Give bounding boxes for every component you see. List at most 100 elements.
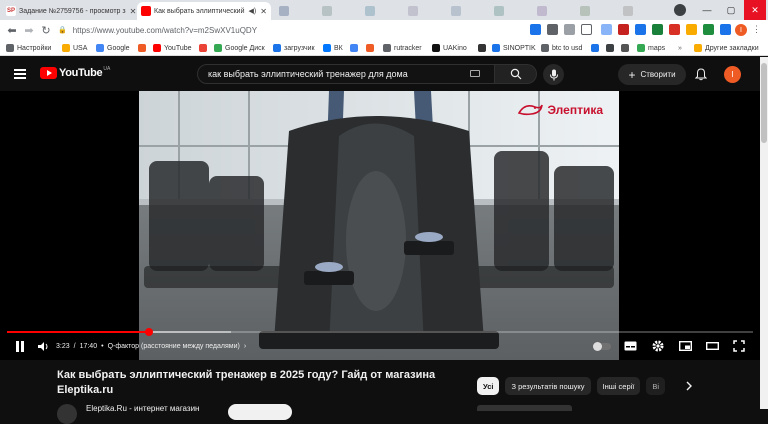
tab-task[interactable]: SP Задание №2759756 - просмотр з ✕ — [2, 2, 136, 20]
tab-background[interactable] — [619, 2, 659, 20]
bookmark-item[interactable]: Google — [96, 42, 130, 54]
youtube-favicon-icon — [141, 6, 151, 16]
close-tab-icon[interactable]: ✕ — [256, 7, 267, 16]
minimize-icon[interactable]: — — [696, 0, 718, 20]
youtube-logo[interactable]: YouTube UA — [40, 66, 111, 79]
bookmark-item[interactable] — [478, 42, 489, 54]
tab-youtube[interactable]: Как выбрать эллиптический ◀) ✕ — [137, 2, 271, 20]
progress-bar[interactable] — [7, 328, 753, 336]
hamburger-menu-icon[interactable] — [14, 69, 26, 79]
tab-favicon-icon — [580, 6, 590, 16]
tab-background[interactable] — [318, 2, 358, 20]
search-input[interactable]: как выбрать эллиптический тренажер для д… — [197, 64, 495, 84]
bookmark-item[interactable]: загрузчик — [273, 42, 315, 54]
tab-background[interactable] — [490, 2, 530, 20]
bookmark-item[interactable] — [138, 42, 149, 54]
menu-dots-icon[interactable]: ⋮ — [752, 24, 761, 35]
bookmark-label: YouTube — [164, 44, 192, 52]
reload-icon[interactable]: ↻ — [39, 23, 53, 37]
extension-icon[interactable] — [601, 24, 612, 35]
share-icon[interactable] — [564, 24, 575, 35]
chip-all[interactable]: Усі — [477, 377, 500, 395]
bookmark-item[interactable]: btc to usd — [541, 42, 582, 54]
chapter-title[interactable]: Q-фактор (расстояние между педалями) — [108, 343, 240, 350]
profile-avatar[interactable]: I — [735, 24, 747, 36]
tab-background[interactable] — [361, 2, 401, 20]
back-icon[interactable]: ⬅ — [5, 23, 19, 37]
url-bar[interactable]: 🔒 https://www.youtube.com/watch?v=m2SwXV… — [58, 23, 518, 37]
region-code: UA — [103, 66, 111, 72]
bookmark-item[interactable] — [591, 42, 602, 54]
chevron-right-icon — [686, 381, 692, 391]
voice-search-button[interactable] — [543, 64, 564, 85]
notifications-button[interactable] — [694, 67, 708, 81]
bookmark-star-icon[interactable] — [581, 24, 592, 35]
tab-background[interactable] — [576, 2, 616, 20]
bookmark-item[interactable] — [621, 42, 632, 54]
create-button[interactable]: + Створити — [618, 64, 686, 85]
profile-switch-icon[interactable] — [672, 0, 688, 20]
fullscreen-button[interactable] — [731, 338, 747, 354]
bookmark-item[interactable]: ВК — [323, 42, 343, 54]
bookmark-item[interactable] — [606, 42, 617, 54]
subscribe-button[interactable] — [228, 404, 292, 420]
autoplay-toggle[interactable] — [593, 342, 611, 351]
bookmark-item[interactable]: YouTube — [153, 42, 192, 54]
bookmark-item[interactable]: SINOPTIK — [492, 42, 536, 54]
close-tab-icon[interactable]: ✕ — [126, 7, 136, 16]
settings-button[interactable] — [650, 338, 666, 354]
bookmark-item[interactable]: Настройки — [6, 42, 51, 54]
extension-icon[interactable] — [618, 24, 629, 35]
more-bookmarks-icon[interactable]: » — [678, 42, 682, 54]
lock-icon: 🔒 — [58, 27, 67, 34]
subtitles-button[interactable] — [622, 338, 638, 354]
keyboard-icon[interactable] — [470, 70, 480, 77]
extension-icon[interactable] — [669, 24, 680, 35]
tab-background[interactable] — [447, 2, 487, 20]
channel-avatar[interactable] — [57, 404, 77, 424]
tab-background[interactable] — [275, 2, 315, 20]
extension-icon[interactable] — [652, 24, 663, 35]
volume-button[interactable] — [36, 338, 52, 354]
bookmark-item[interactable]: UAKino — [432, 42, 467, 54]
video-player[interactable]: Элептика 3:23 / 17:40 • Q-фактор (рассто… — [0, 91, 760, 360]
puzzle-icon[interactable] — [720, 24, 731, 35]
miniplayer-button[interactable] — [677, 338, 693, 354]
extension-icon[interactable] — [686, 24, 697, 35]
extension-icon[interactable] — [703, 24, 714, 35]
bookmark-label: Google — [107, 44, 130, 52]
account-avatar[interactable]: I — [724, 66, 741, 83]
bookmark-item[interactable]: USA — [62, 42, 87, 54]
close-window-icon[interactable]: ✕ — [744, 0, 766, 20]
tab-background[interactable] — [533, 2, 573, 20]
tab-favicon-icon — [408, 6, 418, 16]
chips-next-button[interactable] — [682, 379, 696, 393]
chip-from-search[interactable]: З результатів пошуку — [505, 377, 591, 395]
video-frame[interactable]: Элептика — [139, 91, 619, 360]
bookmark-item[interactable] — [366, 42, 377, 54]
scrubber-handle[interactable] — [144, 328, 153, 336]
pause-button[interactable] — [12, 338, 28, 354]
bookmark-favicon-icon — [541, 44, 549, 52]
theater-mode-button[interactable] — [704, 338, 720, 354]
zoom-icon[interactable] — [547, 24, 558, 35]
tab-favicon-icon — [322, 6, 332, 16]
bookmark-item[interactable] — [199, 42, 210, 54]
page-scrollbar[interactable] — [760, 57, 768, 409]
chip-truncated[interactable]: Ві — [646, 377, 666, 395]
chip-other-series[interactable]: Інші серії — [596, 377, 641, 395]
scrollbar-thumb[interactable] — [761, 63, 767, 143]
bookmark-item[interactable]: Google Диск — [214, 42, 265, 54]
extension-icon[interactable] — [635, 24, 646, 35]
bookmark-item[interactable]: rutracker — [383, 42, 422, 54]
download-icon[interactable] — [530, 24, 541, 35]
bookmark-item[interactable]: Другие закладки — [694, 42, 759, 54]
bookmark-item[interactable] — [350, 42, 361, 54]
search-button[interactable] — [495, 64, 537, 84]
logo-text: YouTube — [59, 67, 103, 79]
maximize-icon[interactable]: ▢ — [720, 0, 742, 20]
forward-icon[interactable]: ➡ — [22, 23, 36, 37]
related-video-thumbnail[interactable] — [477, 405, 572, 411]
tab-background[interactable] — [404, 2, 444, 20]
bookmark-item[interactable]: maps — [637, 42, 665, 54]
